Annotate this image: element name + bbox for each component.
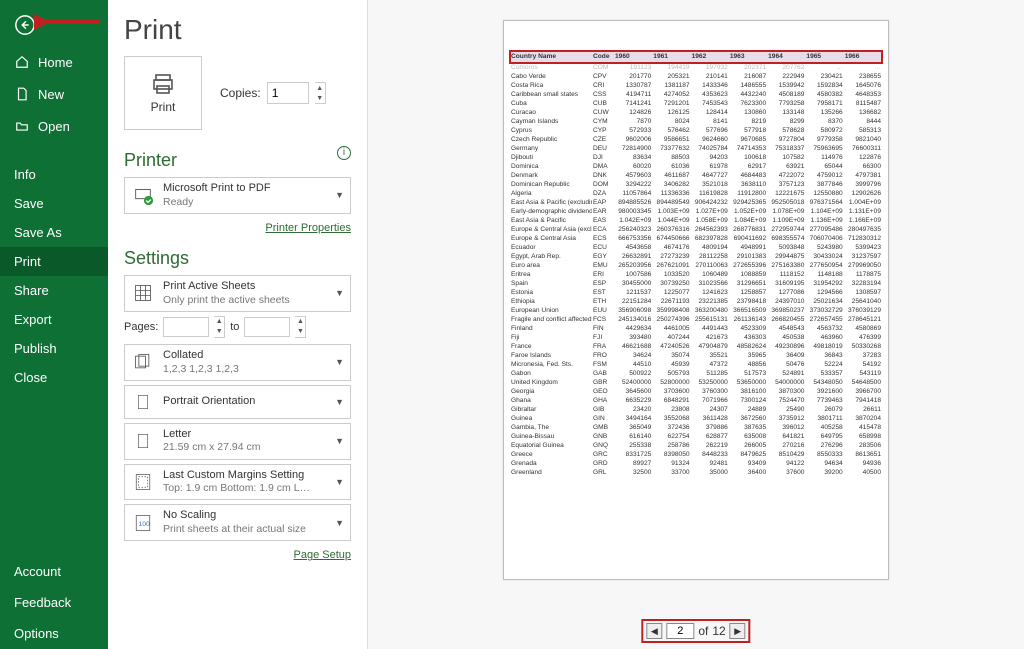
pages-to-input[interactable] bbox=[244, 317, 290, 337]
printer-properties-link[interactable]: Printer Properties bbox=[124, 222, 351, 234]
sidebar-item-publish[interactable]: Publish bbox=[0, 334, 108, 363]
scaling-icon: 100 bbox=[131, 511, 155, 535]
orientation-selector[interactable]: Portrait Orientation ▼ bbox=[124, 385, 351, 419]
chevron-down-icon: ▼ bbox=[335, 288, 344, 298]
pages-range-row: Pages: ▲▼ to ▲▼ bbox=[124, 316, 351, 338]
sidebar-item-home[interactable]: Home bbox=[0, 46, 108, 78]
pager-total: 12 bbox=[712, 624, 725, 638]
paper-size-selector[interactable]: Letter21.59 cm x 27.94 cm ▼ bbox=[124, 423, 351, 460]
pager: ◀ of 12 ▶ bbox=[641, 619, 750, 643]
portrait-icon bbox=[131, 390, 155, 414]
sidebar-item-export[interactable]: Export bbox=[0, 305, 108, 334]
collate-selector[interactable]: Collated1,2,3 1,2,3 1,2,3 ▼ bbox=[124, 344, 351, 381]
sidebar-item-open[interactable]: Open bbox=[0, 110, 108, 142]
svg-text:100: 100 bbox=[139, 521, 151, 528]
new-icon bbox=[14, 86, 30, 102]
settings-section-title: Settings bbox=[124, 248, 351, 269]
sidebar-item-save[interactable]: Save bbox=[0, 189, 108, 218]
print-settings-panel: Print Print Copies: ▲▼ i Printer Microso… bbox=[108, 0, 368, 649]
printer-section-title: Printer bbox=[124, 150, 351, 171]
sidebar-item-account[interactable]: Account bbox=[0, 556, 108, 587]
home-icon bbox=[14, 54, 30, 70]
copies-input[interactable] bbox=[267, 82, 309, 104]
printer-selector[interactable]: Microsoft Print to PDFReady ▼ bbox=[124, 177, 351, 214]
preview-page: Country NameCode196019611962196319641965… bbox=[503, 20, 889, 580]
pages-from-input[interactable] bbox=[163, 317, 209, 337]
backstage-sidebar: Home New Open Info Save Save As Print Sh… bbox=[0, 0, 108, 649]
sidebar-item-print[interactable]: Print bbox=[0, 247, 108, 276]
sidebar-item-options[interactable]: Options bbox=[0, 618, 108, 649]
page-title: Print bbox=[124, 14, 351, 46]
print-what-selector[interactable]: Print Active SheetsOnly print the active… bbox=[124, 275, 351, 312]
scaling-selector[interactable]: 100 No ScalingPrint sheets at their actu… bbox=[124, 504, 351, 541]
open-icon bbox=[14, 118, 30, 134]
copies-spinner[interactable]: ▲▼ bbox=[315, 82, 326, 104]
sidebar-item-share[interactable]: Share bbox=[0, 276, 108, 305]
sidebar-item-close[interactable]: Close bbox=[0, 363, 108, 392]
printer-status-icon bbox=[131, 183, 155, 207]
sheets-icon bbox=[131, 281, 155, 305]
pager-next-button[interactable]: ▶ bbox=[730, 623, 746, 639]
margins-selector[interactable]: Last Custom Margins SettingTop: 1.9 cm B… bbox=[124, 464, 351, 501]
sidebar-label: Open bbox=[38, 119, 70, 134]
back-arrow-icon bbox=[14, 14, 36, 36]
paper-icon bbox=[131, 429, 155, 453]
page-setup-link[interactable]: Page Setup bbox=[124, 549, 351, 561]
info-icon[interactable]: i bbox=[337, 146, 351, 160]
print-button[interactable]: Print bbox=[124, 56, 202, 130]
sidebar-label: New bbox=[38, 87, 64, 102]
back-button[interactable] bbox=[0, 8, 108, 46]
sidebar-item-info[interactable]: Info bbox=[0, 160, 108, 189]
chevron-down-icon: ▼ bbox=[335, 190, 344, 200]
sidebar-item-save-as[interactable]: Save As bbox=[0, 218, 108, 247]
preview-table: Country NameCode196019611962196319641965… bbox=[510, 51, 882, 477]
chevron-up-icon: ▲ bbox=[315, 83, 325, 93]
copies-label: Copies: bbox=[220, 86, 261, 100]
sidebar-item-feedback[interactable]: Feedback bbox=[0, 587, 108, 618]
chevron-down-icon: ▼ bbox=[315, 93, 325, 103]
margins-icon bbox=[131, 470, 155, 494]
pager-prev-button[interactable]: ◀ bbox=[646, 623, 662, 639]
pager-current-input[interactable] bbox=[666, 623, 694, 639]
printer-icon bbox=[149, 72, 177, 96]
sidebar-item-new[interactable]: New bbox=[0, 78, 108, 110]
sidebar-label: Home bbox=[38, 55, 73, 70]
collate-icon bbox=[131, 350, 155, 374]
pager-of-label: of bbox=[698, 624, 708, 638]
print-preview-area: Country NameCode196019611962196319641965… bbox=[368, 0, 1024, 649]
